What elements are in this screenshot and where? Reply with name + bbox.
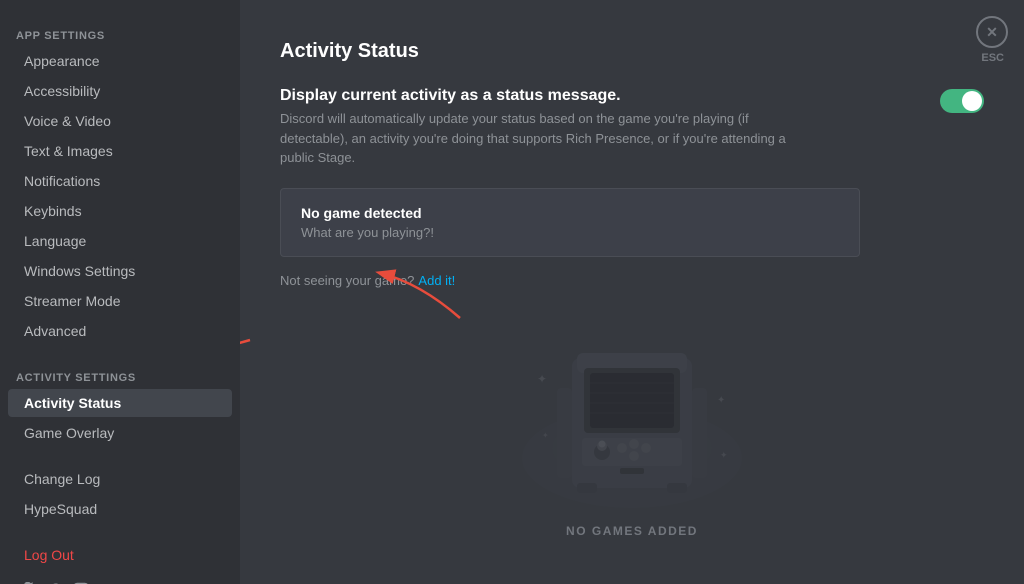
- sidebar-item-activity-status[interactable]: Activity Status: [8, 389, 232, 417]
- svg-text:✦: ✦: [717, 395, 725, 406]
- sidebar-item-notifications[interactable]: Notifications: [8, 167, 232, 195]
- no-games-label: NO GAMES ADDED: [566, 524, 698, 538]
- sidebar-item-advanced[interactable]: Advanced: [8, 317, 232, 345]
- logout-button[interactable]: Log Out: [8, 541, 232, 569]
- svg-text:✦: ✦: [720, 450, 728, 460]
- activity-toggle-row: Display current activity as a status mes…: [280, 87, 984, 168]
- main-content: ✕ ESC Activity Status Display current ac…: [240, 0, 1024, 584]
- activity-settings-label: ACTIVITY SETTINGS: [0, 362, 240, 388]
- sidebar-item-accessibility[interactable]: Accessibility: [8, 77, 232, 105]
- not-seeing-game-text: Not seeing your game?: [280, 273, 414, 288]
- svg-text:✦: ✦: [537, 372, 547, 386]
- sidebar-item-hypesquad[interactable]: HypeSquad: [8, 495, 232, 523]
- close-button[interactable]: ✕: [976, 16, 1008, 48]
- sidebar-item-text-images[interactable]: Text & Images: [8, 137, 232, 165]
- arrow-sidebar: [240, 330, 260, 390]
- svg-text:✦: ✦: [542, 431, 549, 440]
- no-game-title: No game detected: [301, 205, 839, 221]
- page-title: Activity Status: [280, 40, 984, 63]
- esc-label: ESC: [981, 52, 1004, 64]
- add-game-row: Not seeing your game? Add it!: [280, 273, 984, 288]
- activity-status-toggle[interactable]: [940, 89, 984, 113]
- sidebar-item-streamer-mode[interactable]: Streamer Mode: [8, 287, 232, 315]
- no-game-subtitle: What are you playing?!: [301, 225, 839, 240]
- setting-description: Discord will automatically update your s…: [280, 109, 800, 168]
- app-settings-label: APP SETTINGS: [0, 20, 240, 46]
- sidebar: APP SETTINGS Appearance Accessibility Vo…: [0, 0, 240, 584]
- sidebar-item-windows-settings[interactable]: Windows Settings: [8, 257, 232, 285]
- arcade-illustration: ✦ ✦ ✦ ✦: [502, 308, 762, 508]
- sidebar-item-appearance[interactable]: Appearance: [8, 47, 232, 75]
- sidebar-item-game-overlay[interactable]: Game Overlay: [8, 419, 232, 447]
- sidebar-item-voice-video[interactable]: Voice & Video: [8, 107, 232, 135]
- social-footer: [0, 574, 240, 584]
- setting-label: Display current activity as a status mes…: [280, 87, 800, 105]
- add-it-link[interactable]: Add it!: [418, 273, 455, 288]
- sidebar-item-language[interactable]: Language: [8, 227, 232, 255]
- illustration-area: ✦ ✦ ✦ ✦ NO GAMES ADDED: [280, 308, 984, 538]
- sidebar-item-change-log[interactable]: Change Log: [8, 465, 232, 493]
- setting-label-group: Display current activity as a status mes…: [280, 87, 800, 168]
- no-game-detected-box: No game detected What are you playing?!: [280, 188, 860, 257]
- sidebar-item-keybinds[interactable]: Keybinds: [8, 197, 232, 225]
